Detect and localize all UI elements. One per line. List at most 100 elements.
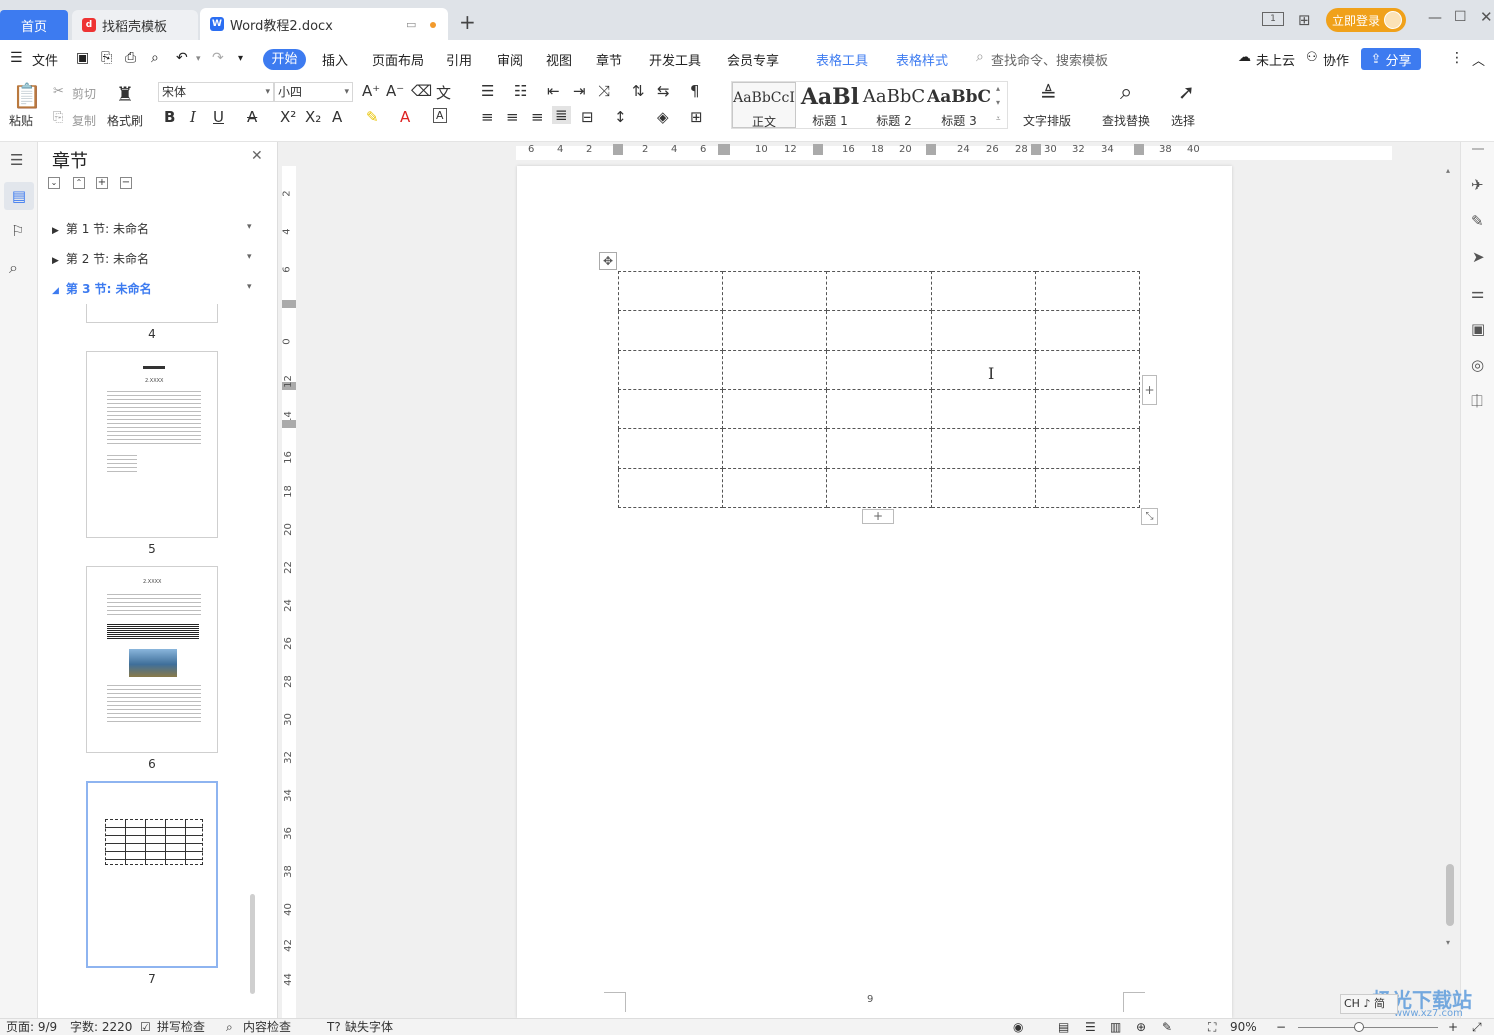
collapse-ribbon-icon[interactable]: ︿	[1472, 50, 1485, 69]
section-item-3[interactable]: ◢ 第 3 节: 未命名	[52, 280, 152, 297]
tab-daoke-templates[interactable]: d 找稻壳模板	[72, 10, 198, 40]
table-cell[interactable]	[826, 310, 932, 351]
page-view-icon[interactable]: ▤	[1058, 1019, 1069, 1035]
cloud-status[interactable]: 未上云	[1256, 50, 1295, 69]
table-cell[interactable]	[826, 428, 932, 469]
phonetic-icon[interactable]: 文	[436, 82, 451, 103]
justify-icon[interactable]: ≣	[552, 106, 571, 124]
zoom-slider[interactable]	[1298, 1027, 1438, 1028]
align-left-icon[interactable]: ≡	[481, 108, 494, 126]
ime-indicator[interactable]: CH ♪ 简	[1340, 994, 1398, 1014]
eye-protect-icon[interactable]: ◉	[1013, 1019, 1023, 1035]
fit-page-icon[interactable]: ⛶	[1208, 1019, 1216, 1035]
word-count[interactable]: 字数: 2220	[70, 1019, 132, 1035]
book-icon[interactable]: ⎅	[1471, 392, 1483, 410]
bold-icon[interactable]: B	[164, 108, 175, 126]
zoom-out-icon[interactable]: −	[1276, 1019, 1286, 1035]
customize-dropdown-icon[interactable]: ▾	[238, 53, 243, 64]
save-icon[interactable]: ▣	[76, 50, 89, 66]
table-cell[interactable]	[826, 349, 932, 390]
table-cell[interactable]	[617, 428, 724, 469]
menu-start[interactable]: 开始	[263, 49, 306, 70]
missing-font-button[interactable]: 缺失字体	[345, 1019, 393, 1035]
strikethrough-icon[interactable]: A	[247, 108, 257, 126]
section-item-2[interactable]: ▶ 第 2 节: 未命名	[52, 250, 149, 267]
font-family-select[interactable]: 宋体	[158, 82, 274, 102]
add-row-icon[interactable]: +	[862, 509, 894, 524]
style-heading-2[interactable]: AaBbC 标题 2	[862, 82, 926, 128]
table-cell[interactable]	[826, 467, 932, 509]
share-button[interactable]: ⇪ 分享	[1361, 48, 1421, 70]
font-grow-icon[interactable]: A⁺	[362, 82, 380, 100]
zoom-level[interactable]: 90%	[1230, 1019, 1257, 1035]
pen-icon[interactable]: ✎	[1471, 212, 1484, 230]
table-cell[interactable]	[930, 428, 1036, 469]
print-icon[interactable]: ⎙	[125, 50, 136, 66]
table-move-handle-icon[interactable]: ✥	[599, 252, 617, 270]
section-menu-icon[interactable]: ▾	[247, 252, 252, 262]
add-section-icon[interactable]: +	[96, 177, 108, 189]
italic-icon[interactable]: I	[190, 108, 196, 126]
close-window-icon[interactable]: ✕	[1480, 8, 1493, 26]
spell-check-button[interactable]: 拼写检查	[157, 1019, 205, 1035]
table-cell[interactable]	[826, 270, 932, 312]
chapter-nav-icon[interactable]: ▤	[4, 182, 34, 210]
export-icon[interactable]: ⎘	[101, 50, 112, 66]
chinese-layout-icon[interactable]: ⤨	[598, 82, 610, 100]
table-cell[interactable]	[617, 310, 724, 351]
document-table[interactable]	[617, 270, 1141, 509]
write-view-icon[interactable]: ✎	[1162, 1019, 1172, 1035]
new-tab-icon[interactable]: +	[459, 10, 476, 34]
text-layout-button[interactable]: 文字排版	[1023, 112, 1071, 129]
page-thumbnail-6[interactable]: 2.XXXX	[86, 566, 218, 753]
menu-member[interactable]: 会员专享	[727, 50, 779, 69]
expand-all-icon[interactable]: ⌄	[48, 177, 60, 189]
panel-scrollbar[interactable]	[250, 894, 255, 994]
align-right-icon[interactable]: ≡	[531, 108, 544, 126]
undo-icon[interactable]: ↶	[176, 50, 188, 66]
table-resize-icon[interactable]: ⤡	[1141, 508, 1158, 525]
maximize-icon[interactable]: ☐	[1454, 9, 1467, 25]
collapse-all-icon[interactable]: ⌃	[73, 177, 85, 189]
pointer-icon[interactable]: ➤	[1472, 248, 1485, 266]
table-cell[interactable]	[722, 388, 828, 430]
table-cell[interactable]	[1034, 428, 1141, 469]
read-view-icon[interactable]: ▥	[1110, 1019, 1121, 1035]
menu-chapter[interactable]: 章节	[596, 50, 622, 69]
zoom-in-icon[interactable]: +	[1448, 1019, 1458, 1035]
number-list-icon[interactable]: ☷	[514, 82, 527, 100]
table-cell[interactable]	[722, 428, 828, 469]
menu-insert[interactable]: 插入	[322, 50, 348, 69]
rocket-icon[interactable]: ✈	[1471, 176, 1484, 194]
page-indicator[interactable]: 页面: 9/9	[6, 1019, 57, 1035]
more-icon[interactable]: ⋮	[1450, 50, 1464, 66]
table-cell[interactable]	[1034, 310, 1141, 351]
zoom-slider-handle[interactable]	[1354, 1022, 1364, 1032]
direction-icon[interactable]: ⇆	[657, 82, 670, 100]
section-menu-icon[interactable]: ▾	[247, 282, 252, 292]
redo-icon[interactable]: ↷	[212, 50, 224, 66]
table-cell[interactable]	[1034, 388, 1141, 430]
format-painter-button[interactable]: 格式刷	[107, 112, 143, 129]
scroll-up-icon[interactable]: ▴	[1446, 166, 1450, 175]
outline-view-icon[interactable]: ☰	[1085, 1019, 1096, 1035]
style-scroll-down-icon[interactable]: ▾	[996, 98, 1000, 107]
table-cell[interactable]	[722, 270, 828, 312]
sliders-icon[interactable]: ⚌	[1471, 284, 1484, 302]
table-cell[interactable]	[722, 467, 828, 509]
style-scroll-up-icon[interactable]: ▴	[996, 84, 1000, 93]
style-expand-icon[interactable]: ⩡	[996, 114, 1001, 124]
bookmark-icon[interactable]: ⚐	[11, 222, 24, 240]
table-cell[interactable]	[930, 349, 1036, 390]
close-panel-icon[interactable]: ✕	[251, 148, 263, 164]
table-cell[interactable]	[930, 270, 1036, 312]
remove-section-icon[interactable]: −	[120, 177, 132, 189]
font-size-select[interactable]: 小四	[274, 82, 353, 102]
align-center-icon[interactable]: ≡	[506, 108, 519, 126]
paste-icon[interactable]: 📋	[12, 82, 42, 110]
style-heading-3[interactable]: AaBbC 标题 3	[927, 82, 991, 128]
scrollbar-thumb[interactable]	[1446, 864, 1454, 926]
web-view-icon[interactable]: ⊕	[1136, 1019, 1146, 1035]
document-page[interactable]: ✥ I + + ⤡ 9	[517, 166, 1232, 1018]
table-cell[interactable]	[1034, 349, 1141, 390]
